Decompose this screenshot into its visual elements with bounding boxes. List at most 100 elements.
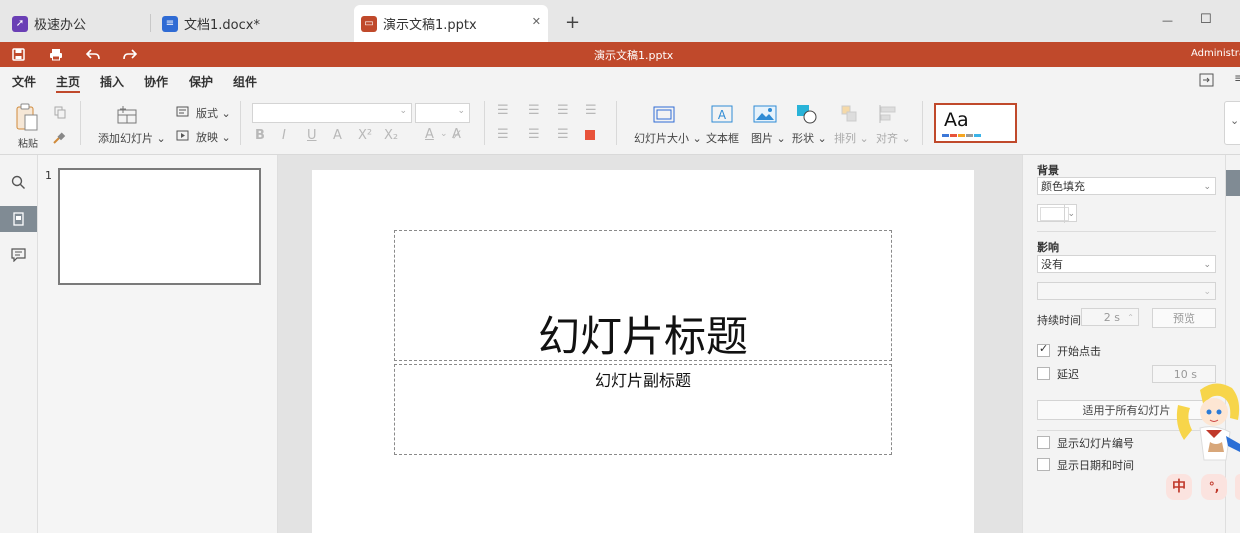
line-spacing-icon[interactable]: ☰ (557, 127, 569, 142)
align-left-icon[interactable]: ☰ (497, 127, 509, 142)
redo-icon[interactable] (123, 49, 137, 60)
align-objects-icon[interactable] (878, 104, 900, 124)
menu-components[interactable]: 组件 (233, 73, 257, 90)
textbox-icon[interactable]: A (711, 105, 733, 123)
slides-icon (13, 212, 24, 226)
menu-collaborate[interactable]: 协作 (144, 73, 168, 90)
superscript-button[interactable]: X² (358, 128, 372, 143)
picture-button[interactable]: 图片 ⌄ (751, 130, 786, 146)
align-objects-button[interactable]: 对齐 ⌄ (876, 130, 911, 146)
show-date-time-checkbox[interactable] (1037, 458, 1050, 471)
copy-icon[interactable] (54, 106, 66, 119)
decrease-indent-icon[interactable]: ☰ (557, 103, 569, 118)
menu-protect[interactable]: 保护 (189, 73, 213, 90)
bold-button[interactable]: B (255, 128, 265, 143)
menu-file[interactable]: 文件 (12, 73, 36, 90)
maximize-button[interactable]: ☐ (1200, 12, 1212, 27)
underline-button[interactable]: U (307, 128, 317, 143)
background-fill-select[interactable]: 颜色填充 ⌄ (1037, 177, 1216, 195)
effect-option-select[interactable]: ⌄ (1037, 282, 1216, 300)
new-tab-button[interactable]: + (565, 12, 580, 33)
menu-insert[interactable]: 插入 (100, 73, 124, 90)
font-size-select[interactable]: ⌄ (415, 103, 470, 123)
title-placeholder[interactable]: 幻灯片标题 (394, 230, 892, 361)
show-slide-number-label: 显示幻灯片编号 (1057, 437, 1134, 450)
minimize-button[interactable]: — (1162, 14, 1173, 27)
slide[interactable]: 幻灯片标题 幻灯片副标题 (312, 170, 974, 533)
align-center-icon[interactable]: ☰ (528, 127, 540, 142)
tab-presentation[interactable]: ▭ 演示文稿1.pptx ✕ (354, 5, 548, 42)
clear-format-icon[interactable]: A̷ (452, 127, 461, 142)
shape-button[interactable]: 形状 ⌄ (792, 130, 827, 146)
arrange-button[interactable]: 排列 ⌄ (834, 130, 869, 146)
show-slide-number-checkbox[interactable] (1037, 436, 1050, 449)
play-button[interactable]: 放映 ⌄ (196, 129, 231, 145)
effect-heading: 影响 (1037, 241, 1059, 254)
duration-input[interactable]: 2 s ⌃ (1081, 308, 1139, 326)
theme-gallery-expand[interactable]: ⌄ (1224, 101, 1240, 145)
play-icon[interactable] (176, 130, 189, 141)
font-family-select[interactable]: ⌄ (252, 103, 412, 123)
mascot-sticker (1176, 383, 1240, 461)
background-color-picker[interactable]: ⌄ (1037, 204, 1077, 223)
background-fill-value: 颜色填充 (1041, 180, 1085, 193)
add-slide-icon[interactable] (116, 105, 138, 125)
tab-home[interactable]: ➚ 极速办公 (12, 5, 86, 42)
italic-button[interactable]: I (282, 128, 286, 143)
bullet-list-icon[interactable]: ☰ (497, 103, 509, 118)
undo-icon[interactable] (86, 49, 100, 60)
paste-icon[interactable] (15, 103, 39, 131)
layout-icon[interactable] (176, 106, 189, 117)
open-location-icon[interactable] (1199, 73, 1214, 87)
start-on-click-label: 开始点击 (1057, 345, 1101, 358)
title-bar: 演示文稿1.pptx Administra (0, 42, 1240, 67)
subtitle-placeholder[interactable]: 幻灯片副标题 (394, 364, 892, 455)
ribbon-toolbar: 粘贴 添加幻灯片 ⌄ 版式 ⌄ 放映 ⌄ ⌄ ⌄ B I U A X² X₂ A… (0, 93, 1240, 155)
subscript-button[interactable]: X₂ (384, 128, 398, 143)
divider (1037, 231, 1216, 232)
slide-subtitle: 幻灯片副标题 (594, 371, 691, 390)
strikethrough-button[interactable]: A (333, 128, 342, 143)
shape-icon[interactable] (796, 104, 818, 124)
search-icon[interactable] (11, 175, 26, 190)
effect-value: 没有 (1041, 258, 1063, 271)
slide-size-label: 幻灯片大小 (634, 132, 689, 145)
ime-chinese-toggle[interactable]: 中 (1166, 474, 1192, 500)
print-icon[interactable] (49, 48, 63, 61)
tab-document[interactable]: ≡ 文档1.docx* (162, 5, 260, 42)
slides-panel-button[interactable] (0, 206, 37, 232)
slide-title: 幻灯片标题 (537, 312, 748, 361)
layout-button[interactable]: 版式 ⌄ (196, 105, 231, 121)
slide-settings-tab[interactable] (1226, 170, 1240, 196)
save-icon[interactable] (12, 48, 25, 61)
menu-home[interactable]: 主页 (56, 73, 80, 90)
slide-size-icon[interactable] (653, 106, 675, 123)
close-tab-icon[interactable]: ✕ (532, 15, 541, 28)
ime-more[interactable] (1235, 474, 1240, 500)
picture-icon[interactable] (753, 105, 777, 123)
more-menu-icon[interactable]: ≡ (1234, 71, 1240, 85)
preview-button[interactable]: 预览 (1152, 308, 1216, 328)
format-painter-icon[interactable] (52, 131, 66, 145)
slide-settings-panel: 背景 颜色填充 ⌄ ⌄ 影响 没有 ⌄ ⌄ 持续时间 2 s ⌃ 预览 ✓ 开始点击 … (1022, 155, 1226, 533)
delay-checkbox[interactable] (1037, 367, 1050, 380)
transition-effect-select[interactable]: 没有 ⌄ (1037, 255, 1216, 273)
add-slide-button[interactable]: 添加幻灯片 ⌄ (98, 130, 166, 146)
arrange-icon[interactable] (840, 104, 858, 124)
increase-indent-icon[interactable]: ☰ (585, 103, 597, 118)
svg-text:A: A (718, 108, 727, 122)
document-title: 演示文稿1.pptx (594, 49, 674, 62)
slide-thumbnail[interactable] (58, 168, 261, 285)
numbered-list-icon[interactable]: ☰ (528, 103, 540, 118)
comment-icon[interactable] (11, 248, 26, 262)
textbox-label[interactable]: 文本框 (706, 130, 739, 146)
ime-punctuation-toggle[interactable]: °, (1201, 474, 1227, 500)
start-on-click-checkbox[interactable]: ✓ (1037, 342, 1050, 357)
theme-preview[interactable]: Aa (934, 103, 1017, 143)
shading-icon[interactable] (585, 130, 595, 140)
theme-sample-text: Aa (944, 109, 969, 131)
slide-size-button[interactable]: 幻灯片大小 ⌄ (634, 130, 702, 146)
user-name[interactable]: Administra (1191, 48, 1240, 59)
font-color-button[interactable]: A (425, 127, 434, 142)
duration-value: 2 s (1103, 311, 1120, 324)
